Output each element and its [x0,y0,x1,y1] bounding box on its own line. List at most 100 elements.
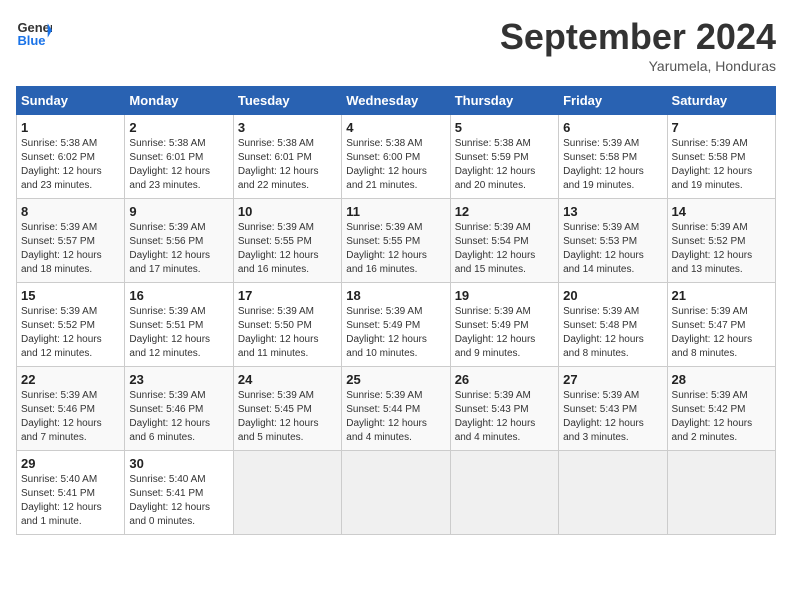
day-cell: 3 Sunrise: 5:38 AM Sunset: 6:01 PM Daylig… [233,115,341,199]
day-info: Sunrise: 5:38 AM Sunset: 6:01 PM Dayligh… [238,137,337,193]
day-number: 1 [21,120,120,135]
day-cell: 8 Sunrise: 5:39 AM Sunset: 5:57 PM Daylig… [17,199,125,283]
day-cell: 7 Sunrise: 5:39 AM Sunset: 5:58 PM Daylig… [667,115,775,199]
day-cell: 19 Sunrise: 5:39 AM Sunset: 5:49 PM Dayli… [450,283,558,367]
day-number: 9 [129,204,228,219]
day-number: 18 [346,288,445,303]
day-info: Sunrise: 5:38 AM Sunset: 6:01 PM Dayligh… [129,137,228,193]
calendar-body: 1 Sunrise: 5:38 AM Sunset: 6:02 PM Daylig… [17,115,776,535]
col-header-sunday: Sunday [17,87,125,115]
day-number: 22 [21,372,120,387]
day-number: 26 [455,372,554,387]
day-cell: 4 Sunrise: 5:38 AM Sunset: 6:00 PM Daylig… [342,115,450,199]
day-info: Sunrise: 5:39 AM Sunset: 5:43 PM Dayligh… [563,389,662,445]
day-number: 16 [129,288,228,303]
day-info: Sunrise: 5:39 AM Sunset: 5:52 PM Dayligh… [21,305,120,361]
day-cell: 26Sunrise: 5:39 AM Sunset: 5:43 PM Dayli… [450,367,558,451]
day-cell: 5 Sunrise: 5:38 AM Sunset: 5:59 PM Daylig… [450,115,558,199]
col-header-wednesday: Wednesday [342,87,450,115]
day-cell: 10 Sunrise: 5:39 AM Sunset: 5:55 PM Dayli… [233,199,341,283]
day-number: 28 [672,372,771,387]
day-number: 19 [455,288,554,303]
header-row: SundayMondayTuesdayWednesdayThursdayFrid… [17,87,776,115]
day-info: Sunrise: 5:39 AM Sunset: 5:45 PM Dayligh… [238,389,337,445]
day-number: 3 [238,120,337,135]
calendar-header: SundayMondayTuesdayWednesdayThursdayFrid… [17,87,776,115]
day-number: 30 [129,456,228,471]
day-cell: 1 Sunrise: 5:38 AM Sunset: 6:02 PM Daylig… [17,115,125,199]
day-info: Sunrise: 5:39 AM Sunset: 5:55 PM Dayligh… [346,221,445,277]
day-number: 14 [672,204,771,219]
day-cell: 9 Sunrise: 5:39 AM Sunset: 5:56 PM Daylig… [125,199,233,283]
day-number: 7 [672,120,771,135]
day-cell [342,451,450,535]
day-number: 20 [563,288,662,303]
day-cell: 17Sunrise: 5:39 AM Sunset: 5:50 PM Dayli… [233,283,341,367]
week-row: 1 Sunrise: 5:38 AM Sunset: 6:02 PM Daylig… [17,115,776,199]
day-info: Sunrise: 5:39 AM Sunset: 5:42 PM Dayligh… [672,389,771,445]
week-row: 22 Sunrise: 5:39 AM Sunset: 5:46 PM Dayli… [17,367,776,451]
day-info: Sunrise: 5:39 AM Sunset: 5:47 PM Dayligh… [672,305,771,361]
day-info: Sunrise: 5:39 AM Sunset: 5:49 PM Dayligh… [455,305,554,361]
day-info: Sunrise: 5:39 AM Sunset: 5:53 PM Dayligh… [563,221,662,277]
day-info: Sunrise: 5:39 AM Sunset: 5:55 PM Dayligh… [238,221,337,277]
logo-icon: General Blue [16,16,52,52]
day-cell: 24 Sunrise: 5:39 AM Sunset: 5:45 PM Dayli… [233,367,341,451]
day-cell: 20 Sunrise: 5:39 AM Sunset: 5:48 PM Dayli… [559,283,667,367]
day-cell [233,451,341,535]
day-number: 5 [455,120,554,135]
day-info: Sunrise: 5:38 AM Sunset: 5:59 PM Dayligh… [455,137,554,193]
month-title: September 2024 [500,16,776,58]
day-cell: 13 Sunrise: 5:39 AM Sunset: 5:53 PM Dayli… [559,199,667,283]
day-cell: 16 Sunrise: 5:39 AM Sunset: 5:51 PM Dayli… [125,283,233,367]
day-number: 13 [563,204,662,219]
day-info: Sunrise: 5:39 AM Sunset: 5:58 PM Dayligh… [672,137,771,193]
location-subtitle: Yarumela, Honduras [500,58,776,74]
day-info: Sunrise: 5:38 AM Sunset: 6:00 PM Dayligh… [346,137,445,193]
day-info: Sunrise: 5:39 AM Sunset: 5:50 PM Dayligh… [238,305,337,361]
day-cell: 25 Sunrise: 5:39 AM Sunset: 5:44 PM Dayli… [342,367,450,451]
day-number: 10 [238,204,337,219]
day-info: Sunrise: 5:39 AM Sunset: 5:49 PM Dayligh… [346,305,445,361]
col-header-friday: Friday [559,87,667,115]
day-cell [667,451,775,535]
day-number: 6 [563,120,662,135]
day-info: Sunrise: 5:40 AM Sunset: 5:41 PM Dayligh… [21,473,120,529]
day-cell: 22 Sunrise: 5:39 AM Sunset: 5:46 PM Dayli… [17,367,125,451]
day-number: 27 [563,372,662,387]
day-info: Sunrise: 5:39 AM Sunset: 5:51 PM Dayligh… [129,305,228,361]
svg-text:Blue: Blue [17,33,45,48]
day-number: 8 [21,204,120,219]
day-info: Sunrise: 5:39 AM Sunset: 5:57 PM Dayligh… [21,221,120,277]
day-info: Sunrise: 5:39 AM Sunset: 5:56 PM Dayligh… [129,221,228,277]
day-number: 23 [129,372,228,387]
day-number: 4 [346,120,445,135]
day-info: Sunrise: 5:40 AM Sunset: 5:41 PM Dayligh… [129,473,228,529]
day-number: 25 [346,372,445,387]
day-info: Sunrise: 5:39 AM Sunset: 5:54 PM Dayligh… [455,221,554,277]
day-info: Sunrise: 5:39 AM Sunset: 5:48 PM Dayligh… [563,305,662,361]
col-header-thursday: Thursday [450,87,558,115]
logo: General Blue [16,16,52,52]
day-cell: 14Sunrise: 5:39 AM Sunset: 5:52 PM Dayli… [667,199,775,283]
day-info: Sunrise: 5:39 AM Sunset: 5:44 PM Dayligh… [346,389,445,445]
week-row: 8 Sunrise: 5:39 AM Sunset: 5:57 PM Daylig… [17,199,776,283]
day-cell [450,451,558,535]
col-header-monday: Monday [125,87,233,115]
day-info: Sunrise: 5:39 AM Sunset: 5:46 PM Dayligh… [21,389,120,445]
day-number: 24 [238,372,337,387]
day-info: Sunrise: 5:38 AM Sunset: 6:02 PM Dayligh… [21,137,120,193]
day-cell: 23 Sunrise: 5:39 AM Sunset: 5:46 PM Dayli… [125,367,233,451]
week-row: 15Sunrise: 5:39 AM Sunset: 5:52 PM Dayli… [17,283,776,367]
day-cell: 30 Sunrise: 5:40 AM Sunset: 5:41 PM Dayli… [125,451,233,535]
col-header-tuesday: Tuesday [233,87,341,115]
title-block: September 2024 Yarumela, Honduras [500,16,776,74]
day-cell: 29Sunrise: 5:40 AM Sunset: 5:41 PM Dayli… [17,451,125,535]
day-cell: 6Sunrise: 5:39 AM Sunset: 5:58 PM Daylig… [559,115,667,199]
day-info: Sunrise: 5:39 AM Sunset: 5:46 PM Dayligh… [129,389,228,445]
day-number: 21 [672,288,771,303]
day-cell: 27 Sunrise: 5:39 AM Sunset: 5:43 PM Dayli… [559,367,667,451]
day-cell: 15Sunrise: 5:39 AM Sunset: 5:52 PM Dayli… [17,283,125,367]
week-row: 29Sunrise: 5:40 AM Sunset: 5:41 PM Dayli… [17,451,776,535]
day-cell: 18 Sunrise: 5:39 AM Sunset: 5:49 PM Dayli… [342,283,450,367]
